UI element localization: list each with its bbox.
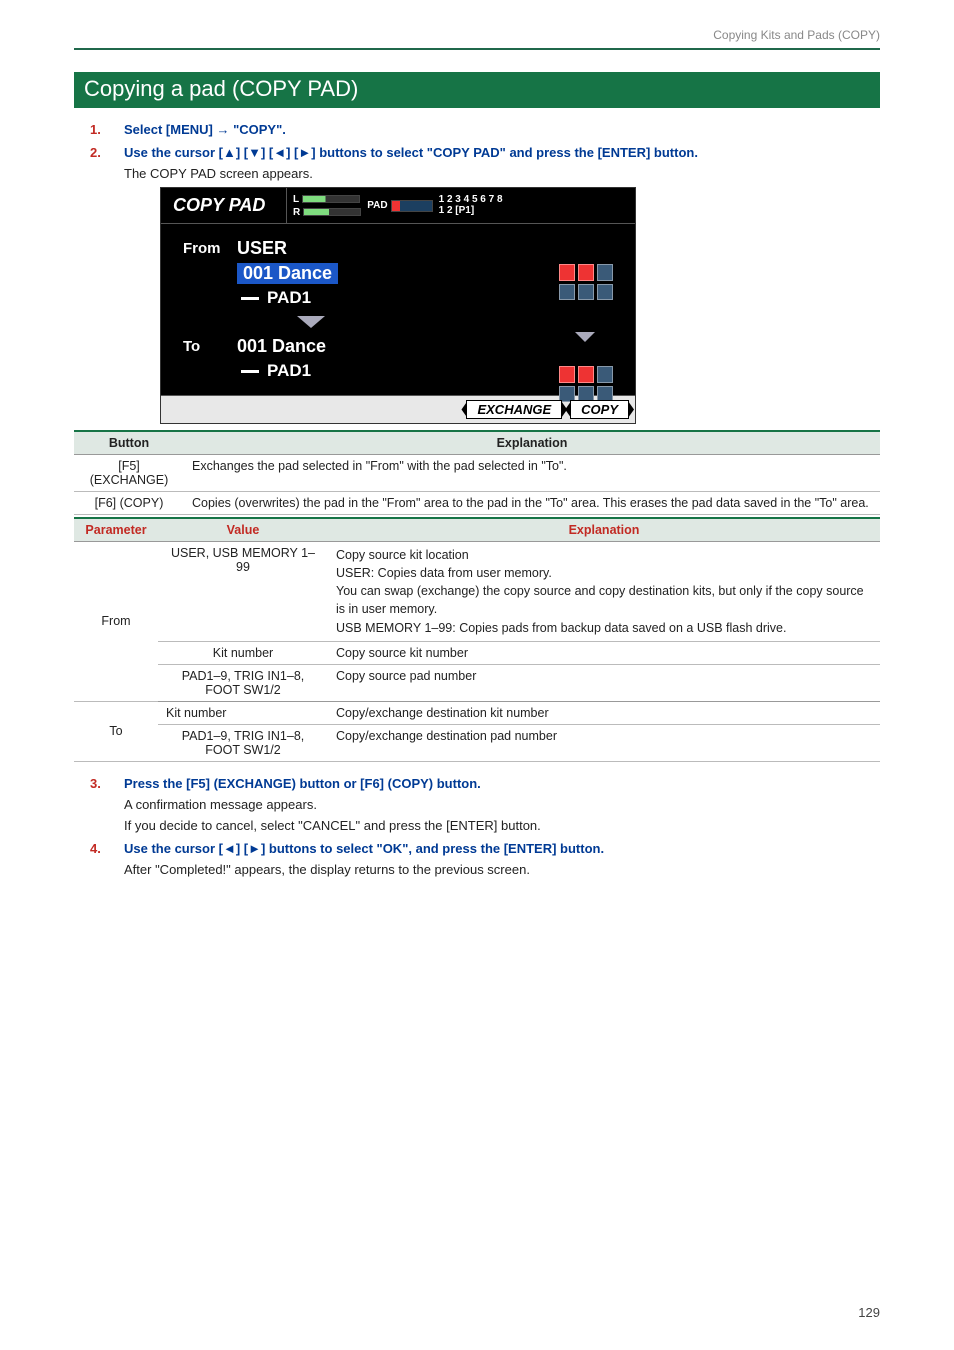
section-title: Copying a pad (COPY PAD) [74,72,880,108]
meter-l-bar [302,195,360,203]
breadcrumb: Copying Kits and Pads (COPY) [74,28,880,48]
button-table: Button Explanation [F5] (EXCHANGE) Excha… [74,430,880,515]
step-subtext: The COPY PAD screen appears. [124,166,880,181]
explanation-cell: Copy source kit number [328,641,880,664]
copy-pad-screenshot: COPY PAD L R PAD 1 2 3 4 5 6 7 8 1 2 [P1… [160,187,636,424]
down-arrow-icon [297,316,325,328]
step-2: 2. Use the cursor [▲] [▼] [◄] [►] button… [74,145,880,424]
step-number: 4. [90,841,101,856]
table-row: PAD1–9, TRIG IN1–8, FOOT SW1/2 Copy/exch… [74,724,880,761]
explanation-cell: Copies (overwrites) the pad in the "From… [184,492,880,515]
down-arrow-icon [575,332,595,342]
table-row: PAD1–9, TRIG IN1–8, FOOT SW1/2 Copy sour… [74,664,880,701]
step-4: 4. Use the cursor [◄] [►] buttons to sel… [74,841,880,877]
col-button: Button [74,431,184,455]
table-row: From USER, USB MEMORY 1–99 Copy source k… [74,542,880,642]
step-number: 1. [90,122,101,137]
step-number: 3. [90,776,101,791]
step-3: 3. Press the [F5] (EXCHANGE) button or [… [74,776,880,833]
parameter-table: Parameter Value Explanation From USER, U… [74,517,880,762]
explanation-cell: Copy source pad number [328,664,880,701]
param-from: From [74,542,158,702]
step-instruction: Select [MENU] → "COPY". [124,122,286,137]
col-parameter: Parameter [74,518,158,542]
screen-title: COPY PAD [161,188,287,224]
step-subtext: If you decide to cancel, select "CANCEL"… [124,818,880,833]
explanation-cell: Copy source kit location USER: Copies da… [328,542,880,642]
from-source: USER [237,238,338,259]
value-cell: PAD1–9, TRIG IN1–8, FOOT SW1/2 [158,724,328,761]
table-row: To Kit number Copy/exchange destination … [74,701,880,724]
step-number: 2. [90,145,101,160]
step-instruction: Use the cursor [▲] [▼] [◄] [►] buttons t… [124,145,880,160]
pad-label: PAD [367,200,387,211]
col-value: Value [158,518,328,542]
meter-r-label: R [293,207,300,218]
explanation-cell: Copy/exchange destination kit number [328,701,880,724]
from-label: From [175,238,223,257]
param-to: To [74,701,158,761]
explanation-cell: Copy/exchange destination pad number [328,724,880,761]
to-kit: 001 Dance [237,336,326,357]
explanation-cell: Exchanges the pad selected in "From" wit… [184,455,880,492]
copy-button[interactable]: COPY [570,400,629,419]
from-kit[interactable]: 001 Dance [237,263,338,284]
table-row: Kit number Copy source kit number [74,641,880,664]
value-cell: USER, USB MEMORY 1–99 [158,542,328,642]
value-cell: PAD1–9, TRIG IN1–8, FOOT SW1/2 [158,664,328,701]
page-number: 129 [858,1305,880,1320]
pad-numbers-bottom: 1 2 [P1] [439,206,503,217]
step-subtext: After "Completed!" appears, the display … [124,862,880,877]
pad-indicator [391,200,433,212]
meter-l-label: L [293,194,299,205]
col-explanation: Explanation [184,431,880,455]
dash-icon [241,297,259,300]
dash-icon [241,370,259,373]
step-instruction: Press the [F5] (EXCHANGE) button or [F6]… [124,776,880,791]
button-cell: [F6] (COPY) [74,492,184,515]
pad-numbers-top: 1 2 3 4 5 6 7 8 [439,195,503,206]
step-1: 1. Select [MENU] → "COPY". [74,122,880,137]
value-cell: Kit number [158,641,328,664]
from-pad-grid [559,264,613,300]
to-pad: PAD1 [267,361,311,381]
exchange-button[interactable]: EXCHANGE [466,400,562,419]
header-rule [74,48,880,50]
value-cell: Kit number [158,701,328,724]
table-row: [F6] (COPY) Copies (overwrites) the pad … [74,492,880,515]
table-row: [F5] (EXCHANGE) Exchanges the pad select… [74,455,880,492]
to-pad-grid [559,366,613,402]
step-subtext: A confirmation message appears. [124,797,880,812]
button-cell: [F5] (EXCHANGE) [74,455,184,492]
meter-r-bar [303,208,361,216]
step-instruction: Use the cursor [◄] [►] buttons to select… [124,841,880,856]
to-label: To [175,336,223,355]
col-explanation: Explanation [328,518,880,542]
from-pad: PAD1 [267,288,311,308]
